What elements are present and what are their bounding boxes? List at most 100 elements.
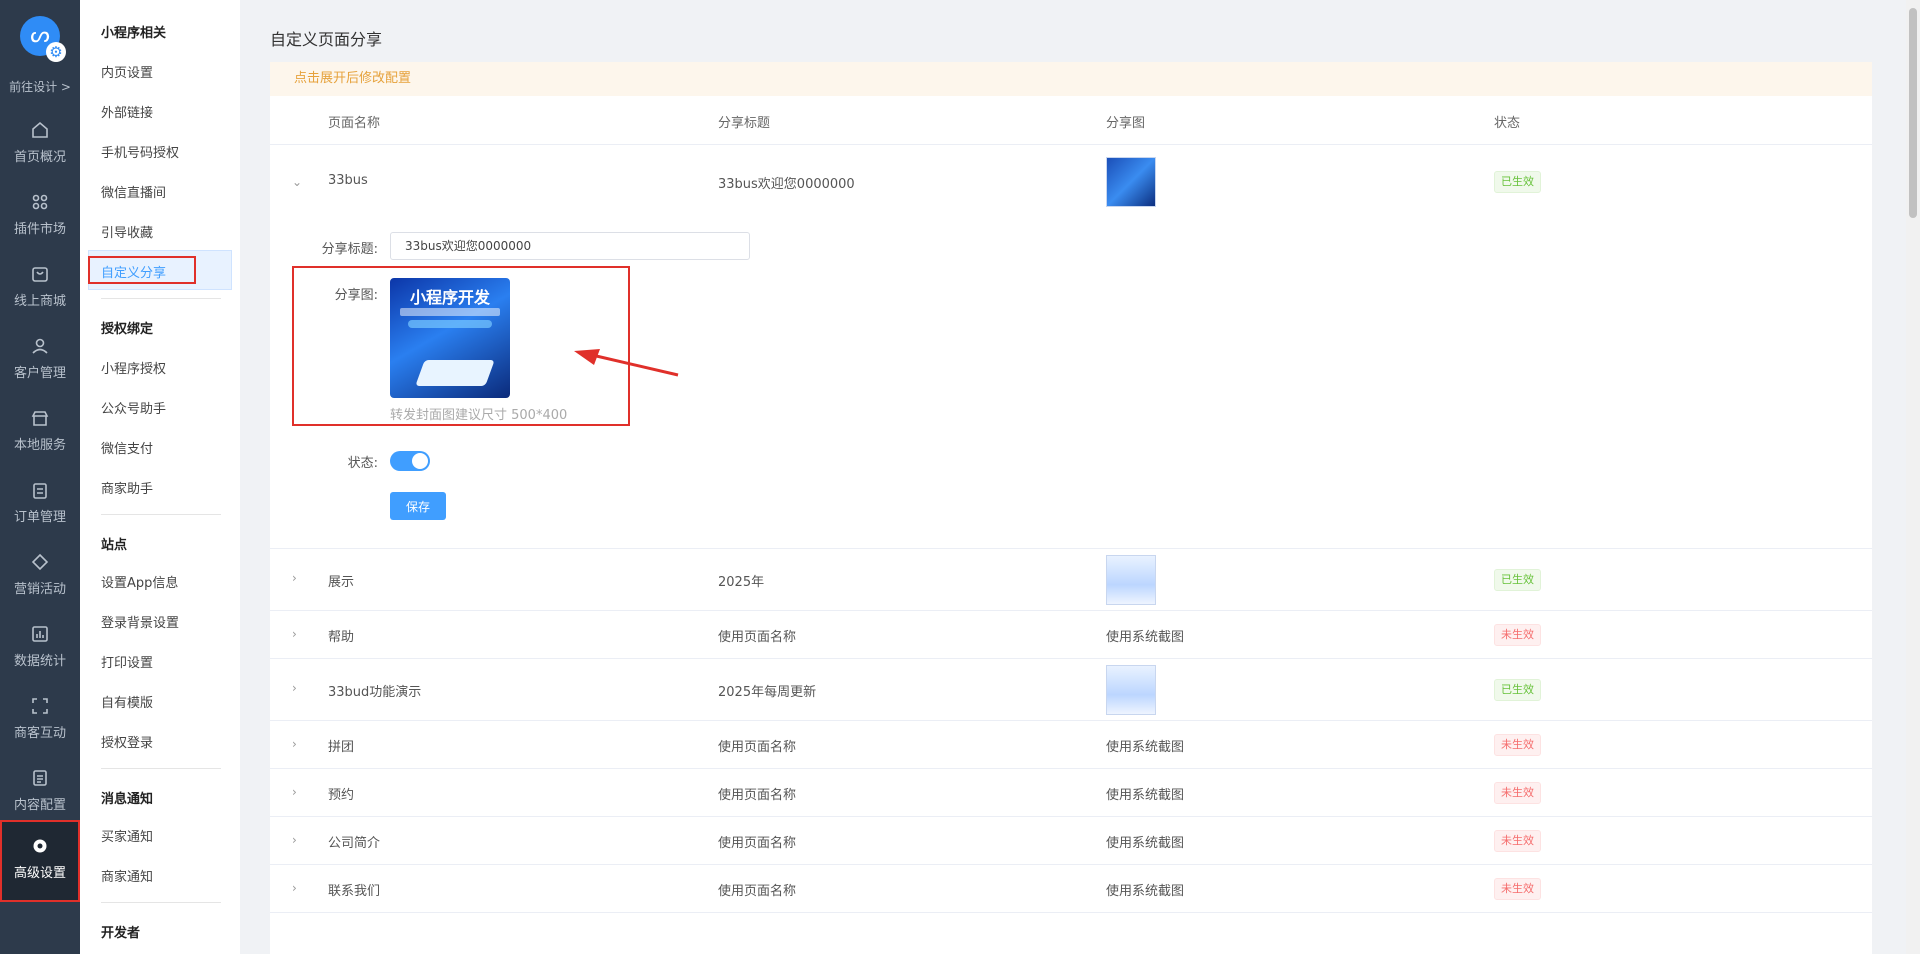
- row-share-image: 使用系统截图: [1106, 884, 1185, 899]
- status-badge: 未生效: [1494, 624, 1541, 646]
- rail-item-label: 首页概况: [13, 150, 66, 165]
- row-share-title: 使用页面名称: [718, 884, 797, 899]
- col-header-share-title: 分享标题: [718, 116, 771, 131]
- subnav-item-oa-helper[interactable]: 公众号助手: [101, 398, 166, 417]
- subnav-item-login-bg[interactable]: 登录背景设置: [101, 612, 179, 631]
- rail-item-content[interactable]: 内容配置: [0, 756, 80, 826]
- subnav-item-merchant-notify[interactable]: 商家通知: [101, 866, 153, 885]
- row-page-name: 33bud功能演示: [328, 685, 422, 700]
- status-badge: 已生效: [1494, 171, 1541, 193]
- save-button[interactable]: 保存: [390, 492, 446, 520]
- subnav-group-title: 站点: [101, 538, 128, 553]
- row-page-name: 帮助: [328, 630, 355, 645]
- divider: [101, 768, 221, 769]
- rail-item-label: 订单管理: [13, 510, 66, 525]
- rail-item-advanced[interactable]: 高级设置: [0, 820, 80, 902]
- home-icon: [32, 121, 48, 138]
- table-row[interactable]: › 展示 2025年 已生效: [270, 548, 1872, 610]
- rail-item-orders[interactable]: 订单管理: [0, 468, 80, 538]
- col-header-page-name: 页面名称: [328, 116, 381, 131]
- subnav-item-custom-share[interactable]: 自定义分享: [101, 262, 166, 281]
- subnav-item-print[interactable]: 打印设置: [101, 652, 153, 671]
- rail-item-store[interactable]: 线上商城: [0, 252, 80, 322]
- divider: [101, 514, 221, 515]
- table-row[interactable]: › 拼团 使用页面名称 使用系统截图 未生效: [270, 720, 1872, 768]
- row-page-name: 预约: [328, 788, 355, 803]
- status-badge: 未生效: [1494, 830, 1541, 852]
- subnav-item-merchant-helper[interactable]: 商家助手: [101, 478, 153, 497]
- divider: [101, 902, 221, 903]
- status-badge: 未生效: [1494, 734, 1541, 756]
- chevron-down-icon[interactable]: ⌄: [292, 175, 302, 189]
- status-toggle[interactable]: [390, 451, 430, 471]
- subnav-item-live[interactable]: 微信直播间: [101, 182, 166, 201]
- rail-item-plugins[interactable]: 插件市场: [0, 180, 80, 250]
- chevron-right-icon[interactable]: ›: [292, 571, 297, 585]
- share-thumbnail: [1106, 665, 1156, 715]
- diamond-icon: [31, 553, 49, 571]
- rail-item-label: 客户管理: [13, 366, 66, 381]
- grid-icon: [32, 194, 48, 210]
- rail-item-home[interactable]: 首页概况: [0, 108, 80, 178]
- status-badge: 未生效: [1494, 878, 1541, 900]
- table-row[interactable]: › 公司简介 使用页面名称 使用系统截图 未生效: [270, 816, 1872, 864]
- table-row[interactable]: › 33bud功能演示 2025年每周更新 已生效: [270, 658, 1872, 720]
- subnav-item-app-info[interactable]: 设置App信息: [101, 572, 178, 591]
- rail-item-label: 插件市场: [13, 222, 66, 237]
- rail-item-interaction[interactable]: 商客互动: [0, 684, 80, 754]
- table-row[interactable]: ⌄ 33bus 33bus欢迎您0000000 已生效: [270, 144, 1872, 220]
- chevron-right-icon[interactable]: ›: [292, 833, 297, 847]
- page-scrollbar[interactable]: [1906, 0, 1920, 954]
- chevron-right-icon[interactable]: ›: [292, 737, 297, 751]
- col-header-status: 状态: [1494, 116, 1521, 131]
- tip-banner: 点击展开后修改配置: [270, 62, 1872, 96]
- row-share-image: 使用系统截图: [1106, 740, 1185, 755]
- share-card: 点击展开后修改配置 页面名称 分享标题 分享图 状态 ⌄ 33bus 33bus…: [270, 62, 1872, 954]
- row-page-name: 33bus: [328, 173, 368, 188]
- subnav-group-title: 授权绑定: [101, 322, 154, 337]
- chevron-right-icon[interactable]: ›: [292, 681, 297, 695]
- row-share-image: 使用系统截图: [1106, 788, 1185, 803]
- share-thumbnail: [1106, 157, 1156, 207]
- chevron-right-icon[interactable]: ›: [292, 881, 297, 895]
- subnav-item-auth-login[interactable]: 授权登录: [101, 732, 153, 751]
- storefront-icon: [31, 411, 49, 426]
- row-page-name: 展示: [328, 575, 355, 590]
- status-badge: 已生效: [1494, 569, 1541, 591]
- share-title-input[interactable]: 33bus欢迎您0000000: [390, 232, 750, 260]
- rail-item-marketing[interactable]: 营销活动: [0, 540, 80, 610]
- row-share-title: 2025年每周更新: [718, 685, 817, 700]
- subnav-item-favorite[interactable]: 引导收藏: [101, 222, 153, 241]
- row-page-name: 联系我们: [328, 884, 381, 899]
- row-share-title: 2025年: [718, 575, 765, 590]
- form-title-label: 分享标题:: [321, 242, 378, 257]
- table-row[interactable]: › 联系我们 使用页面名称 使用系统截图 未生效: [270, 864, 1872, 912]
- divider: [101, 298, 221, 299]
- subnav-item-buyer-notify[interactable]: 买家通知: [101, 826, 153, 845]
- subnav-item-templates[interactable]: 自有模版: [101, 692, 153, 711]
- subnav-item-phone-auth[interactable]: 手机号码授权: [101, 142, 179, 161]
- row-share-title: 33bus欢迎您0000000: [718, 177, 855, 192]
- goto-design-link[interactable]: 前往设计 >: [0, 78, 80, 95]
- row-share-title: 使用页面名称: [718, 788, 797, 803]
- rail-item-stats[interactable]: 数据统计: [0, 612, 80, 682]
- chevron-right-icon[interactable]: ›: [292, 627, 297, 641]
- subnav-item-inner-page[interactable]: 内页设置: [101, 62, 153, 81]
- subnav-item-external-link[interactable]: 外部链接: [101, 102, 153, 121]
- app-logo[interactable]: ᔕ ⚙: [20, 16, 66, 62]
- subnav-item-mp-auth[interactable]: 小程序授权: [101, 358, 166, 377]
- form-status-label: 状态:: [347, 456, 378, 471]
- rail-item-label: 营销活动: [13, 582, 66, 597]
- bar-chart-icon: [32, 626, 48, 642]
- chevron-right-icon[interactable]: ›: [292, 785, 297, 799]
- subnav-item-wechat-pay[interactable]: 微信支付: [101, 438, 153, 457]
- rail-item-customers[interactable]: 客户管理: [0, 324, 80, 394]
- subnav-group-title: 小程序相关: [101, 26, 167, 41]
- rail-item-local[interactable]: 本地服务: [0, 396, 80, 466]
- table-row[interactable]: › 帮助 使用页面名称 使用系统截图 未生效: [270, 610, 1872, 658]
- scrollbar-thumb[interactable]: [1909, 8, 1917, 218]
- main-content: 自定义页面分享 点击展开后修改配置 页面名称 分享标题 分享图 状态 ⌄ 33b…: [240, 0, 1920, 954]
- settings-gear-icon: [33, 839, 47, 853]
- table-row[interactable]: › 预约 使用页面名称 使用系统截图 未生效: [270, 768, 1872, 816]
- main-rail: ᔕ ⚙ 前往设计 > 首页概况 插件市场 线上商城 客户管理 本地服务 订单管理…: [0, 0, 80, 954]
